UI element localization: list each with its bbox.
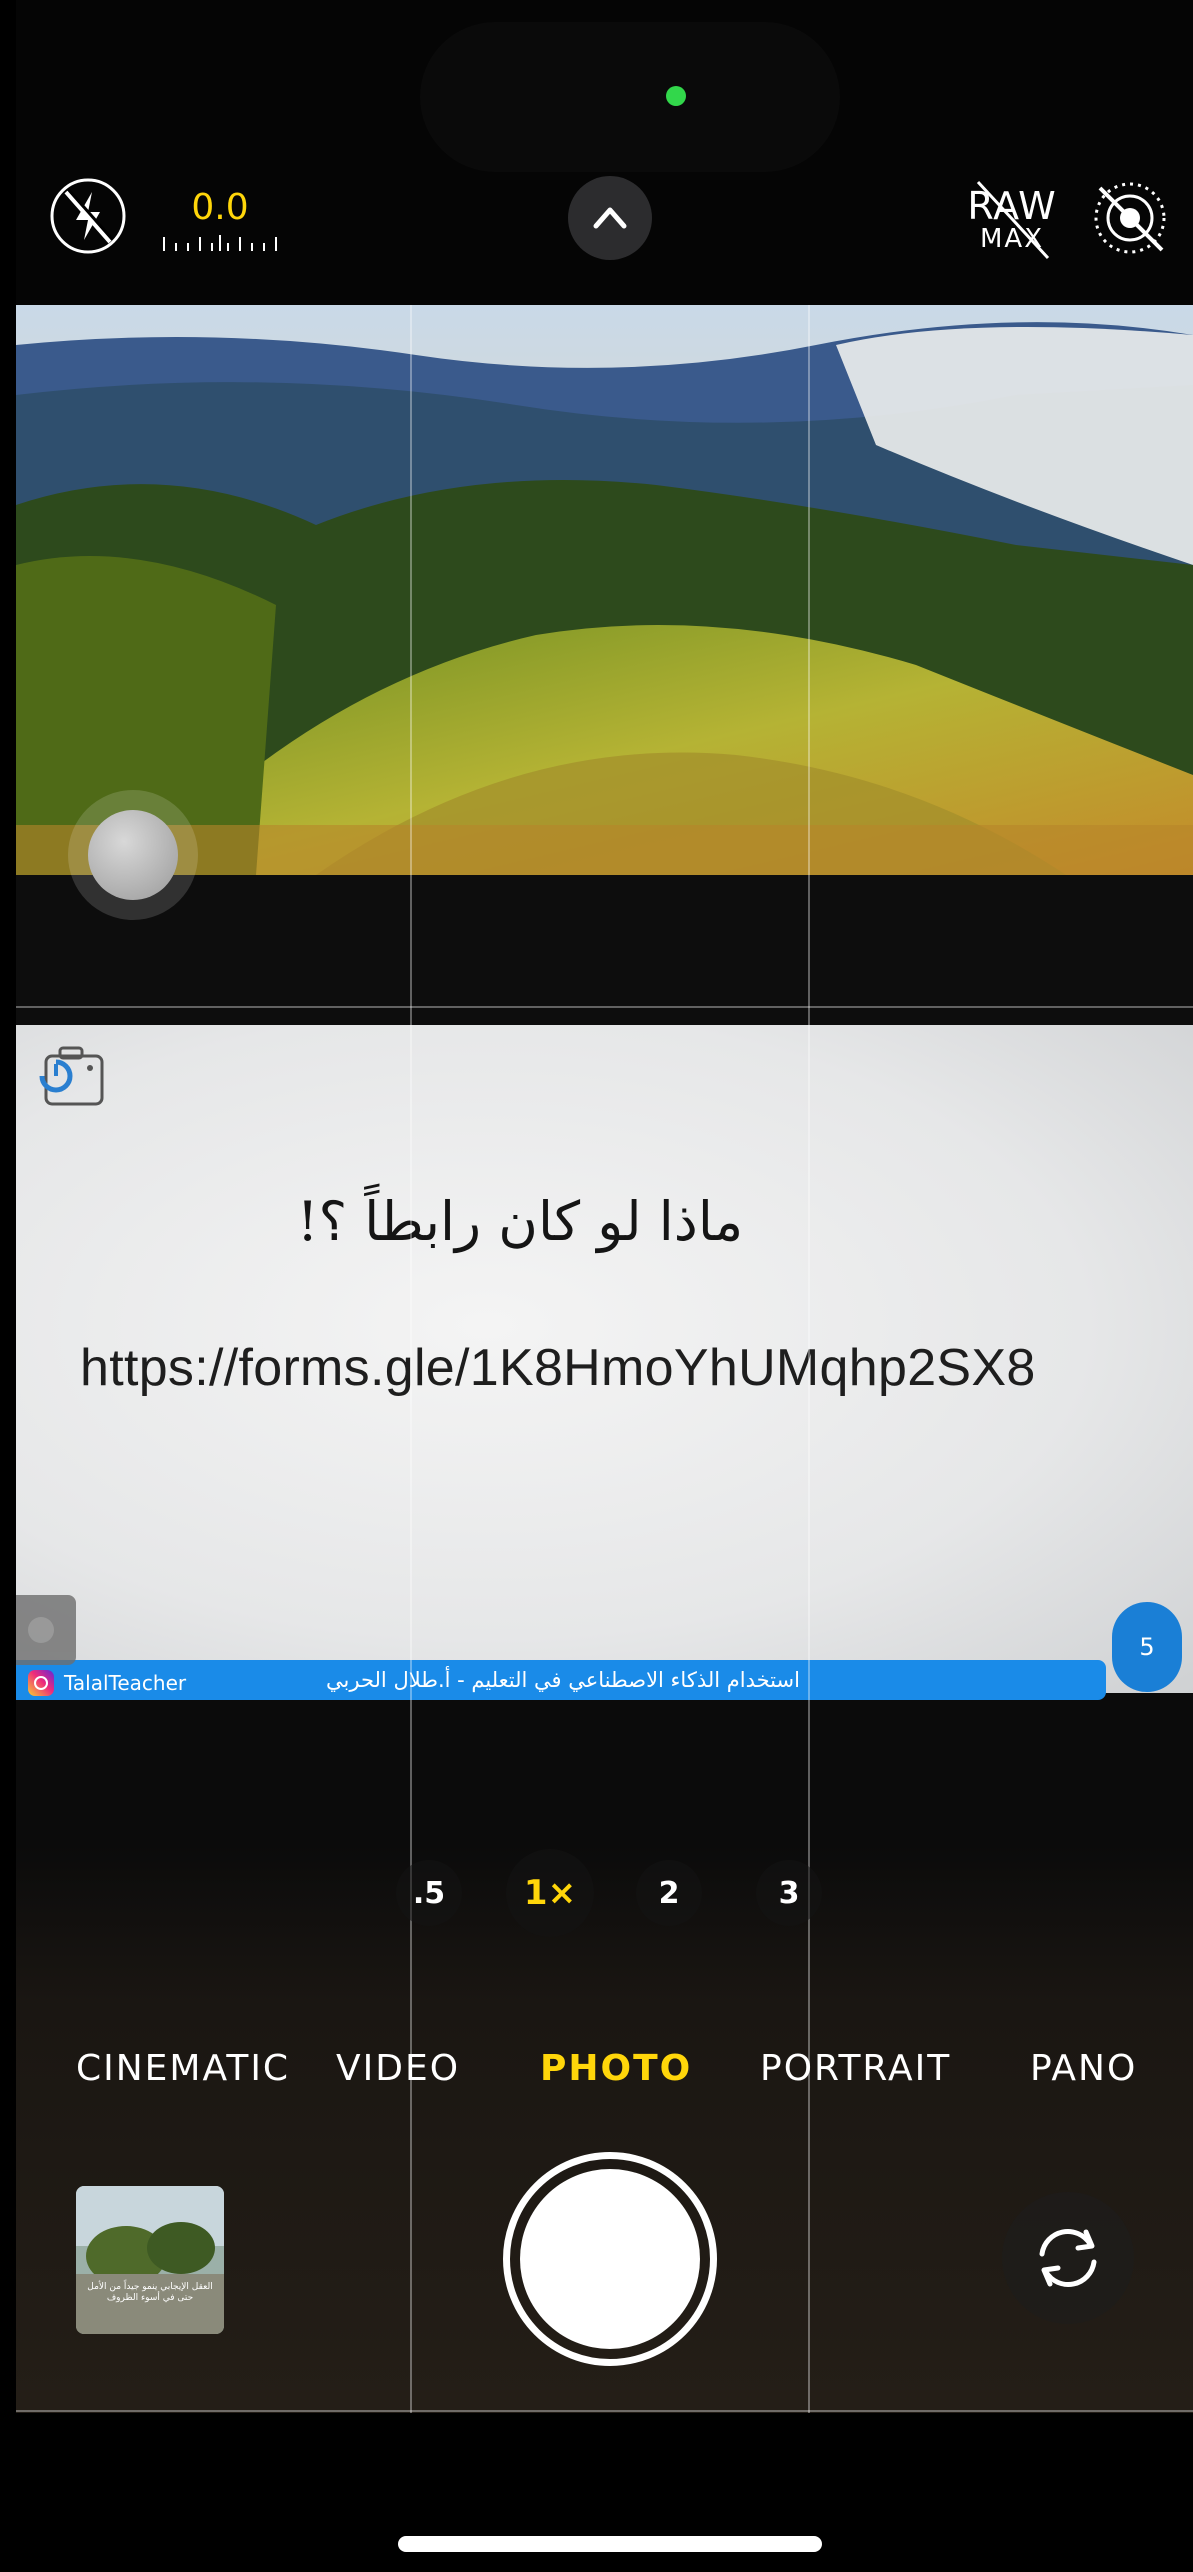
flip-camera-button[interactable] [1002,2192,1134,2324]
mode-portrait[interactable]: PORTRAIT [760,2048,951,2089]
mode-cinematic[interactable]: CINEMATIC [76,2048,290,2089]
flip-camera-icon [1039,2229,1097,2287]
last-photo-thumbnail[interactable]: العقل الإيجابي ينمو جيداً من الأمل حتى ف… [76,2186,224,2334]
home-indicator[interactable] [398,2536,822,2552]
grid-line [808,305,810,2413]
live-photo-toggle[interactable] [1088,176,1172,260]
grid-line [410,305,412,2413]
slide-footer-handle: TalalTeacher [28,1670,186,1696]
grid-line [16,2410,1193,2412]
slide-footer-text: استخدام الذكاء الاصطناعي في التعليم - أ.… [326,1668,800,1692]
thumbnail-caption: العقل الإيجابي ينمو جيداً من الأمل حتى ف… [87,2282,213,2303]
raw-off-slash-icon [976,180,1050,260]
instagram-icon [28,1670,54,1696]
focus-lock-knob[interactable] [88,810,178,900]
zoom-2x-button[interactable]: 2 [636,1860,702,1926]
zoom-1x-button[interactable]: 1× [506,1849,594,1937]
grid-line [16,1006,1193,1008]
mode-pano[interactable]: PANO [1030,2048,1137,2089]
slide-footer-handle-text: TalalTeacher [64,1671,187,1695]
slide-title: ماذا لو كان رابطاً ؟! [296,1190,744,1253]
landscape-poster-image [16,305,1193,875]
dynamic-island [420,22,840,172]
slide-url[interactable]: https://forms.gle/1K8HmoYhUMqhp2SX8 [80,1338,1180,1398]
camera-options-button[interactable] [568,176,652,260]
camera-in-use-indicator [666,86,686,106]
mode-photo[interactable]: PHOTO [540,2048,692,2089]
exposure-value: 0.0 [191,187,249,228]
flash-off-icon [50,178,126,254]
slide-side-chip [16,1595,76,1665]
camera-timer-icon [39,1046,104,1106]
live-photo-off-icon [1094,182,1166,254]
macro-timer-indicator[interactable] [20,1040,110,1120]
exposure-scale-icon [163,235,277,251]
raw-max-toggle[interactable]: RAW MAX [964,180,1060,260]
flash-toggle-button[interactable] [48,176,128,256]
exposure-control[interactable]: 0.0 [160,180,280,260]
thumbnail-image [76,2186,224,2334]
mode-video[interactable]: VIDEO [336,2048,460,2089]
zoom-0-5-button[interactable]: .5 [396,1860,462,1926]
zoom-3x-button[interactable]: 3 [756,1860,822,1926]
shutter-button[interactable] [520,2169,700,2349]
chevron-up-icon [593,207,627,229]
slide-page-number: 5 [1112,1602,1182,1692]
